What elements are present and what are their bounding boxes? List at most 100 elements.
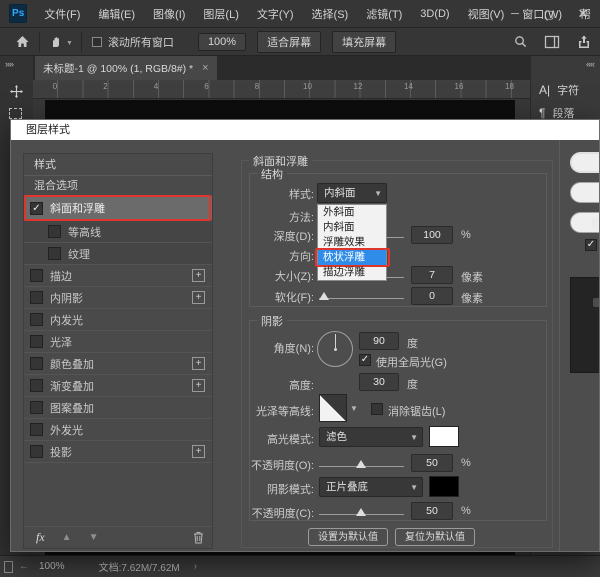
dropdown-option[interactable]: 描边浮雕 bbox=[318, 265, 386, 280]
tab-close-icon[interactable]: × bbox=[202, 62, 208, 74]
menu-item[interactable]: 文件(F) bbox=[35, 0, 89, 28]
style-list-item[interactable]: 内阴影+ bbox=[24, 287, 212, 309]
chevron-down-icon[interactable]: ▼ bbox=[350, 404, 358, 413]
effect-checkbox[interactable] bbox=[30, 269, 43, 282]
document-tab[interactable]: 未标题-1 @ 100% (1, RGB/8#) * × bbox=[35, 56, 217, 80]
shadow-opacity-slider[interactable] bbox=[319, 508, 404, 520]
status-expander-icon[interactable]: › bbox=[194, 561, 197, 572]
menu-item[interactable]: 3D(D) bbox=[411, 0, 458, 28]
move-effect-down-button[interactable]: ▼ bbox=[89, 532, 99, 543]
menu-item[interactable]: 滤镜(T) bbox=[357, 0, 411, 28]
style-list-item[interactable]: 投影+ bbox=[24, 441, 212, 463]
style-list-item[interactable]: 颜色叠加+ bbox=[24, 353, 212, 375]
scroll-all-windows-checkbox[interactable] bbox=[92, 37, 102, 47]
style-list-item[interactable]: 内发光 bbox=[24, 309, 212, 331]
menu-item[interactable]: 图层(L) bbox=[194, 0, 247, 28]
angle-value-field[interactable]: 90 bbox=[359, 332, 399, 350]
share-icon[interactable] bbox=[576, 30, 592, 54]
effect-checkbox[interactable] bbox=[30, 445, 43, 458]
depth-value-field[interactable]: 100 bbox=[411, 226, 453, 244]
character-panel-tab[interactable]: A| 字符 bbox=[539, 82, 579, 98]
dropdown-option[interactable]: 内斜面 bbox=[318, 220, 386, 235]
effect-checkbox[interactable] bbox=[30, 379, 43, 392]
style-list-item[interactable]: ✓斜面和浮雕 bbox=[24, 196, 212, 221]
effect-checkbox[interactable]: ✓ bbox=[30, 202, 43, 215]
slider-thumb[interactable] bbox=[356, 460, 366, 468]
delete-effect-icon[interactable] bbox=[193, 531, 204, 544]
add-effect-button[interactable]: + bbox=[192, 379, 205, 392]
reset-default-button[interactable]: 复位为默认值 bbox=[395, 528, 475, 546]
soften-slider[interactable] bbox=[319, 292, 404, 304]
menu-item[interactable]: 文字(Y) bbox=[248, 0, 303, 28]
size-value-field[interactable]: 7 bbox=[411, 266, 453, 284]
shadow-mode-select[interactable]: 正片叠底 ▼ bbox=[319, 477, 423, 497]
highlight-mode-select[interactable]: 滤色 ▼ bbox=[319, 427, 423, 447]
shadow-color-swatch[interactable] bbox=[429, 476, 459, 497]
anti-alias-checkbox[interactable] bbox=[371, 403, 383, 415]
hand-tool-icon[interactable] bbox=[48, 30, 64, 54]
add-effect-button[interactable]: + bbox=[192, 291, 205, 304]
highlight-opacity-slider[interactable] bbox=[319, 460, 404, 472]
menu-item[interactable]: 选择(S) bbox=[303, 0, 358, 28]
slider-thumb[interactable] bbox=[356, 508, 366, 516]
set-default-button[interactable]: 设置为默认值 bbox=[308, 528, 388, 546]
dropdown-option[interactable]: 枕状浮雕 bbox=[318, 250, 386, 265]
maximize-button[interactable]: ▢ bbox=[532, 0, 566, 28]
status-zoom-level[interactable]: 100% bbox=[39, 561, 65, 572]
style-list-item[interactable]: 纹理 bbox=[24, 243, 212, 265]
fill-screen-button[interactable]: 填充屏幕 bbox=[332, 31, 396, 53]
arrow-icon[interactable]: ← bbox=[19, 561, 29, 572]
cancel-button[interactable]: 取消 bbox=[570, 182, 600, 203]
collapse-panel-icon[interactable]: »» bbox=[5, 59, 13, 69]
workspace-switcher-icon[interactable] bbox=[544, 30, 560, 54]
collapse-panels-icon[interactable]: «« bbox=[586, 59, 594, 69]
dropdown-option[interactable]: 外斜面 bbox=[318, 205, 386, 220]
effect-checkbox[interactable] bbox=[30, 335, 43, 348]
add-effect-button[interactable]: + bbox=[192, 445, 205, 458]
effect-checkbox[interactable] bbox=[30, 313, 43, 326]
chevron-down-icon[interactable]: ▼ bbox=[66, 40, 73, 47]
search-icon[interactable] bbox=[513, 30, 528, 54]
home-icon[interactable] bbox=[14, 30, 31, 54]
use-global-light-checkbox[interactable]: ✓ bbox=[359, 354, 371, 366]
altitude-value-field[interactable]: 30 bbox=[359, 373, 399, 391]
fx-button[interactable]: fx bbox=[36, 530, 45, 545]
photoshop-logo-icon[interactable]: Ps bbox=[9, 4, 27, 23]
gloss-contour-picker[interactable] bbox=[319, 394, 347, 422]
preview-checkbox[interactable]: ✓ bbox=[585, 239, 597, 251]
soften-value-field[interactable]: 0 bbox=[411, 287, 453, 305]
effect-checkbox[interactable] bbox=[30, 423, 43, 436]
new-style-button[interactable]: 新建样式(W)... bbox=[570, 212, 600, 233]
angle-dial[interactable] bbox=[317, 331, 353, 367]
style-list-item[interactable]: 等高线 bbox=[24, 221, 212, 243]
style-list-item[interactable]: 描边+ bbox=[24, 265, 212, 287]
style-list-item[interactable]: 外发光 bbox=[24, 419, 212, 441]
fit-screen-button[interactable]: 适合屏幕 bbox=[257, 31, 321, 53]
effect-checkbox[interactable] bbox=[30, 357, 43, 370]
effect-checkbox[interactable] bbox=[30, 401, 43, 414]
menu-item[interactable]: 编辑(E) bbox=[89, 0, 144, 28]
blending-options-item[interactable]: 混合选项 bbox=[24, 176, 212, 196]
style-list-item[interactable]: 渐变叠加+ bbox=[24, 375, 212, 397]
move-tool-icon[interactable] bbox=[9, 84, 24, 104]
slider-thumb[interactable] bbox=[319, 292, 329, 300]
style-list-item[interactable]: 图案叠加 bbox=[24, 397, 212, 419]
styles-list-header[interactable]: 样式 bbox=[24, 154, 212, 176]
dropdown-option[interactable]: 浮雕效果 bbox=[318, 235, 386, 250]
highlight-opacity-field[interactable]: 50 bbox=[411, 454, 453, 472]
dialog-title[interactable]: 图层样式 bbox=[11, 120, 599, 140]
effect-checkbox[interactable] bbox=[48, 225, 61, 238]
close-button[interactable]: ✕ bbox=[566, 0, 600, 28]
effect-checkbox[interactable] bbox=[30, 291, 43, 304]
menu-item[interactable]: 图像(I) bbox=[144, 0, 194, 28]
add-effect-button[interactable]: + bbox=[192, 357, 205, 370]
shadow-opacity-field[interactable]: 50 bbox=[411, 502, 453, 520]
add-effect-button[interactable]: + bbox=[192, 269, 205, 282]
minimize-button[interactable]: ─ bbox=[498, 0, 532, 28]
move-effect-up-button[interactable]: ▲ bbox=[62, 532, 72, 543]
zoom-100-button[interactable]: 100% bbox=[198, 33, 246, 51]
style-list-item[interactable]: 光泽 bbox=[24, 331, 212, 353]
style-select[interactable]: 内斜面 ▼ bbox=[317, 183, 387, 203]
highlight-color-swatch[interactable] bbox=[429, 426, 459, 447]
marquee-tool-icon[interactable] bbox=[9, 108, 22, 119]
